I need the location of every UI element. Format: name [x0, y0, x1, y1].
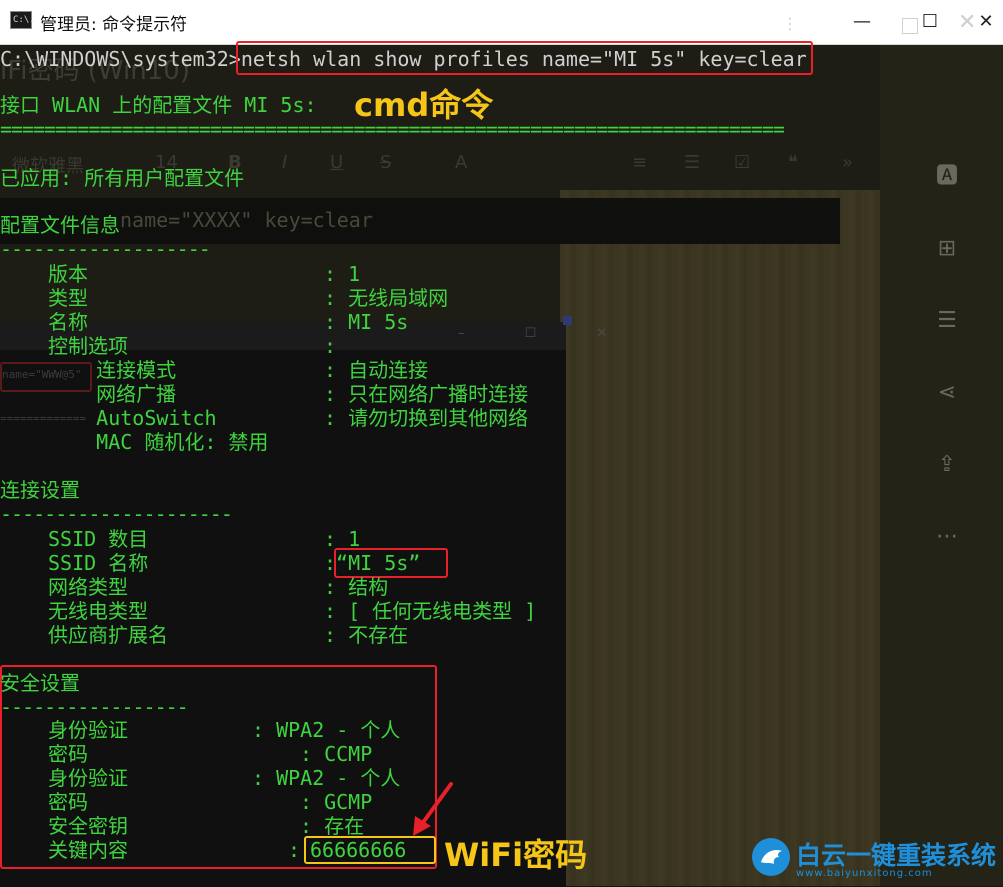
ghost-inner-window-controls: – ☐ ✕ [458, 326, 636, 341]
ghost-list: ≡ [632, 152, 648, 173]
security-row-value: : 存在 [300, 814, 365, 838]
watermark: 白云一键重装系统 www.baiyunxitong.com [752, 838, 1002, 882]
profile-row-label: 控制选项 [48, 334, 128, 358]
connect-row-label: SSID 数目 [48, 527, 149, 551]
connect-row-label: 无线电类型 [48, 599, 148, 623]
connect-row-value: : 不存在 [324, 623, 409, 647]
profile-row-label: 名称 [48, 310, 88, 334]
cmd-icon: C:\. [10, 11, 35, 29]
profile-row-value: : 自动连接 [324, 358, 429, 382]
profile-row-value: : [324, 334, 337, 358]
annotation-arrow-icon [413, 782, 453, 836]
document-icon[interactable]: ☰ [932, 306, 962, 336]
security-row-label: 身份验证 [48, 766, 128, 790]
profile-row-label: 网络广播 [48, 382, 177, 406]
bird-logo-icon [752, 838, 790, 876]
ghost-italic: I [282, 152, 288, 173]
maximize-button[interactable]: ☐ [910, 8, 950, 36]
background-wood-panel [560, 190, 880, 886]
profile-row-value: : 请勿切换到其他网络 [324, 406, 529, 430]
profile-row-label: AutoSwitch [48, 406, 217, 430]
command-highlight [236, 41, 813, 75]
profile-row-value: : MI 5s [324, 310, 409, 334]
separator-profile: ------------------- [0, 237, 211, 261]
security-row-label: 安全密钥 [48, 814, 128, 838]
ghost-numbered-list: ☰ [684, 152, 701, 173]
connect-row-label: 供应商扩展名 [48, 623, 168, 647]
minimize-button[interactable]: — [842, 8, 882, 36]
ghost-font-color: A [455, 152, 468, 173]
ghost-underline: U [330, 152, 344, 173]
separator-long: ========================================… [0, 117, 785, 141]
security-row-label: 密码 [48, 742, 88, 766]
profile-row-label: 版本 [48, 262, 88, 286]
watermark-name: 白云一键重装系统 [796, 841, 997, 870]
profile-row-label: 连接模式 [48, 358, 177, 382]
add-box-icon[interactable]: ⊞ [932, 234, 962, 264]
separator-security: ----------------- [0, 695, 189, 719]
more-icon[interactable]: ⋯ [932, 522, 962, 552]
security-row-label: 密码 [48, 790, 88, 814]
security-row-value: : [288, 838, 301, 862]
share-icon[interactable]: ⋖ [932, 378, 962, 408]
connect-row-value: : 结构 [324, 575, 389, 599]
interface-line: 接口 WLAN 上的配置文件 MI 5s: [0, 93, 317, 117]
security-row-label: 关键内容 [48, 838, 128, 862]
ghost-quote: ❝ [788, 152, 798, 173]
export-icon[interactable]: ⇪ [932, 450, 962, 480]
profile-row-label: 类型 [48, 286, 88, 310]
prompt: C:\WINDOWS\system32> [0, 47, 241, 71]
security-row-value: : GCMP [300, 790, 373, 814]
ghost-strike: S [380, 152, 392, 173]
wifi-password-annotation: WiFi密码 [444, 836, 588, 874]
ghost-code: name="XXXX" key=clear [120, 208, 373, 232]
connect-row-label: SSID 名称 [48, 551, 149, 575]
connect-row-label: 网络类型 [48, 575, 128, 599]
watermark-url: www.baiyunxitong.com [796, 868, 933, 879]
separator-connect: --------------------- [0, 502, 233, 526]
security-row-value: : WPA2 - 个人 [252, 766, 401, 790]
text-box-icon[interactable]: 🅰 [932, 162, 962, 192]
security-header: 安全设置 [0, 671, 80, 695]
profile-info-header: 配置文件信息 [0, 213, 120, 237]
close-button[interactable]: ✕ [966, 8, 1003, 36]
ghost-marker [563, 316, 572, 325]
ghost-checklist: ☑ [734, 152, 751, 173]
security-row-label: 身份验证 [48, 718, 128, 742]
connect-header: 连接设置 [0, 478, 80, 502]
key-content-highlight [304, 836, 436, 864]
profile-row-value: : 只在网络广播时连接 [324, 382, 529, 406]
ssid-highlight [334, 548, 448, 578]
window-title: 管理员: 命令提示符 [40, 15, 188, 35]
security-row-value: : WPA2 - 个人 [252, 718, 401, 742]
applied-line: 已应用: 所有用户配置文件 [0, 166, 245, 190]
profile-row-label: MAC 随机化: 禁用 [48, 430, 269, 454]
ghost-dots-icon: ⋮ [782, 14, 798, 33]
ghost-more: » [842, 152, 854, 173]
profile-row-value: : 无线局域网 [324, 286, 449, 310]
security-row-value: : CCMP [300, 742, 373, 766]
profile-row-value: : 1 [324, 262, 361, 286]
connect-row-value: : [ 任何无线电类型 ] [324, 599, 537, 623]
